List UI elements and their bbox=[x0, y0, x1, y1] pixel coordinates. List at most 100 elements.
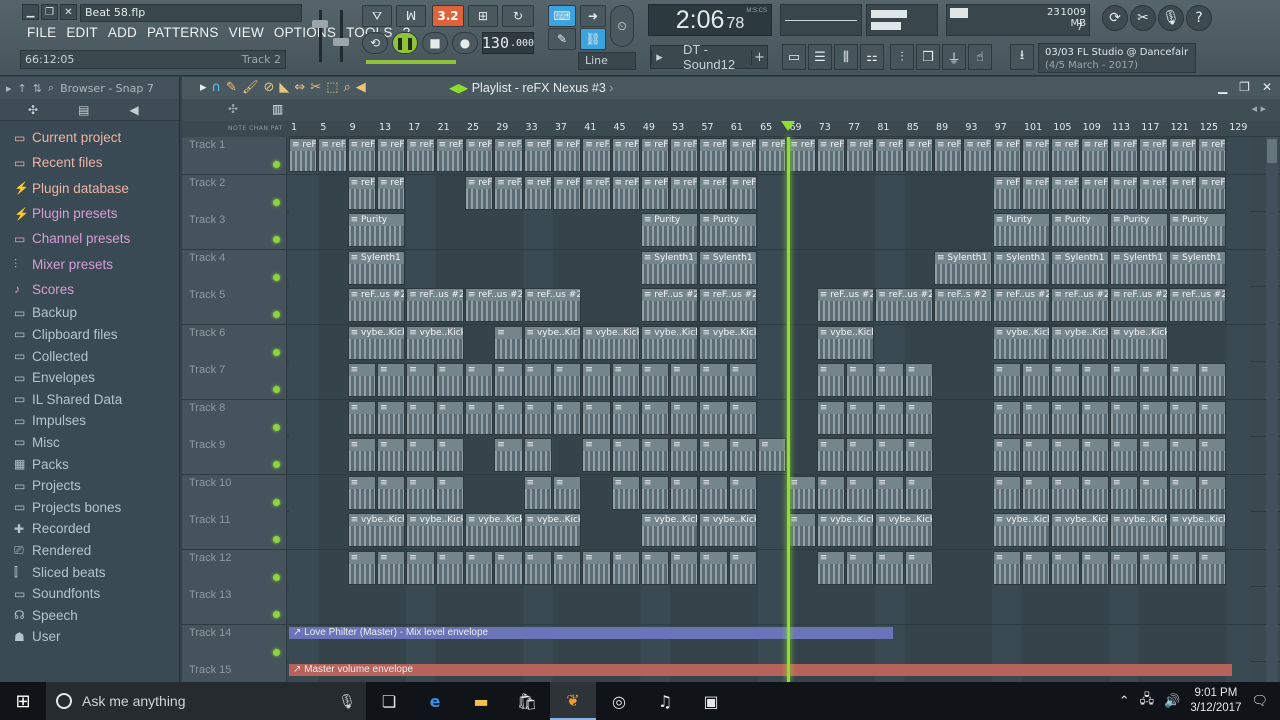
pattern-clip[interactable]: ≡ reF..us #3 bbox=[758, 138, 787, 172]
browser-item-speech[interactable]: ☊ Speech bbox=[0, 604, 179, 626]
track-header[interactable]: Track 4 bbox=[182, 249, 287, 287]
track-header[interactable]: Track 5 bbox=[182, 287, 287, 324]
pattern-clip[interactable]: ≡ bbox=[816, 550, 846, 585]
browser-item-misc[interactable]: ▭ Misc bbox=[0, 432, 179, 454]
track-header[interactable]: Track 6 bbox=[182, 324, 287, 362]
pattern-clip[interactable]: ≡ reF..us #5 bbox=[376, 175, 406, 210]
pattern-clip[interactable]: ≡ reF..us #3 bbox=[1139, 138, 1168, 172]
pattern-clip[interactable]: ≡ bbox=[406, 550, 435, 585]
pattern-clip[interactable]: ≡ vybe..Kick bbox=[347, 513, 406, 547]
pattern-clip[interactable]: ≡ bbox=[875, 475, 904, 510]
pattern-clip[interactable]: ≡ bbox=[758, 438, 787, 472]
stop-button[interactable]: ■ bbox=[422, 32, 448, 54]
pattern-clip[interactable]: ≡ bbox=[1080, 550, 1109, 585]
pattern-clip[interactable]: ≡ reF..us #3 bbox=[406, 138, 435, 172]
pattern-clip[interactable]: ≡ bbox=[406, 400, 435, 435]
pattern-clip[interactable]: ≡ bbox=[611, 475, 640, 510]
cortana-search[interactable]: Ask me anything 🎙 bbox=[46, 682, 366, 720]
pencil-icon[interactable]: ✎ bbox=[226, 80, 237, 95]
browser-item-sliced-beats[interactable]: ⫿ Sliced beats bbox=[0, 561, 179, 583]
song-clock[interactable]: 2:06 78 M:S:CS bbox=[648, 4, 772, 36]
master-pitch-slider[interactable] bbox=[333, 8, 349, 64]
pattern-clip[interactable]: ≡ reF..us #2 bbox=[464, 288, 523, 322]
pattern-clip[interactable]: ≡ bbox=[670, 550, 699, 585]
pattern-clip[interactable]: ≡ bbox=[523, 363, 552, 397]
track-enable-led[interactable] bbox=[273, 348, 280, 356]
pattern-clip[interactable]: ≡ bbox=[435, 400, 464, 435]
pattern-clip[interactable]: ≡ bbox=[406, 438, 435, 472]
menu-item-view[interactable]: VIEW bbox=[224, 25, 269, 40]
pattern-clip[interactable]: ≡ bbox=[875, 400, 904, 435]
pattern-clip[interactable]: ≡ bbox=[1080, 475, 1109, 510]
pattern-clip[interactable]: ≡ reF..us #2 bbox=[992, 288, 1051, 322]
pattern-clip[interactable]: ≡ vybe..Kick bbox=[1109, 513, 1168, 547]
pattern-clip[interactable]: ≡ reF..us #2 bbox=[406, 288, 464, 322]
chevron-up-icon[interactable]: ⌃ bbox=[1119, 694, 1130, 709]
pattern-clip[interactable]: ≡ bbox=[904, 550, 934, 585]
pattern-clip[interactable]: ≡ bbox=[1197, 475, 1227, 510]
pattern-clip[interactable]: ≡ bbox=[1051, 363, 1080, 397]
tempo-field[interactable]: 130.000 bbox=[482, 32, 534, 54]
pattern-clip[interactable]: ≡ bbox=[347, 438, 376, 472]
pattern-clip[interactable]: ≡ bbox=[347, 550, 376, 585]
pattern-clip[interactable]: ≡ reF..us #3 bbox=[846, 138, 875, 172]
pattern-clip[interactable]: ≡ bbox=[699, 475, 728, 510]
arrow-right-icon[interactable]: ➜ bbox=[580, 5, 606, 27]
pattern-clip[interactable]: ≡ vybe..Kick bbox=[640, 325, 699, 360]
tools-icon[interactable]: ✂ bbox=[1130, 5, 1156, 31]
pattern-clip[interactable]: ≡ vybe..Kick bbox=[464, 513, 523, 547]
delete-icon[interactable]: ⊘ bbox=[263, 80, 274, 95]
track-lane[interactable] bbox=[289, 587, 1250, 624]
pattern-clip[interactable]: ≡ bbox=[582, 438, 611, 472]
pattern-clip[interactable]: ≡ bbox=[1168, 363, 1197, 397]
browser-item-projects-bones[interactable]: ▭ Projects bones bbox=[0, 496, 179, 518]
maximize-icon[interactable]: ❐ bbox=[1239, 80, 1250, 94]
pattern-clip[interactable]: ≡ bbox=[552, 363, 582, 397]
track-enable-led[interactable] bbox=[273, 611, 280, 618]
pattern-clip[interactable]: ≡ bbox=[904, 475, 934, 510]
pattern-display-button[interactable]: 3.2 bbox=[432, 5, 464, 27]
track-lane[interactable]: ≡ ≡ ≡ ≡ ≡ ≡ ≡ ≡ ≡ ≡ ≡ ≡ ≡ ≡ ≡ ≡ ≡ ≡ ≡ ≡ … bbox=[289, 437, 1250, 474]
pattern-clip[interactable]: ≡ bbox=[435, 475, 464, 510]
automation-clip[interactable]: ↗ Master volume envelope bbox=[289, 664, 1232, 676]
pattern-clip[interactable]: ≡ vybe..Kick bbox=[1109, 325, 1168, 360]
pattern-clip[interactable]: ≡ reF..us #5 bbox=[464, 175, 494, 210]
pattern-clip[interactable]: ≡ vybe..Kick bbox=[523, 325, 582, 360]
pattern-clip[interactable]: ≡ bbox=[1022, 550, 1051, 585]
master-volume-slider[interactable] bbox=[312, 8, 328, 64]
pattern-clip[interactable]: ≡ bbox=[611, 363, 640, 397]
slice-icon[interactable]: ✂ bbox=[310, 80, 321, 95]
pattern-clip[interactable]: ≡ bbox=[816, 438, 846, 472]
track-header[interactable]: Track 9 bbox=[182, 437, 287, 474]
pattern-clip[interactable]: ≡ vybe..Kick bbox=[699, 513, 758, 547]
pattern-clip[interactable]: ≡ bbox=[1139, 438, 1168, 472]
menu-item-file[interactable]: FILE bbox=[22, 25, 61, 40]
pattern-clip[interactable]: ≡ bbox=[670, 438, 699, 472]
browser-item-clipboard-files[interactable]: ▭ Clipboard files bbox=[0, 324, 179, 346]
pattern-clip[interactable]: ≡ bbox=[1109, 438, 1139, 472]
pattern-clip[interactable]: ≡ reF..us #5 bbox=[1139, 175, 1168, 210]
pattern-clip[interactable]: ≡ bbox=[787, 513, 816, 547]
pattern-clip[interactable]: ≡ bbox=[640, 363, 670, 397]
pattern-clip[interactable]: ≡ bbox=[523, 438, 552, 472]
track-lane[interactable]: ≡ vybe..Kick ≡ vybe..Kick ≡ vybe..Kick ≡ vy… bbox=[289, 512, 1250, 549]
pattern-clip[interactable]: ≡ bbox=[875, 550, 904, 585]
pattern-clip[interactable]: ≡ reF..us #3 bbox=[494, 138, 523, 172]
pattern-clip[interactable]: ≡ reF..us #5 bbox=[1051, 175, 1080, 210]
pattern-clip[interactable]: ≡ vybe..Kick bbox=[992, 513, 1051, 547]
touch-keyboard-icon[interactable]: ☝ bbox=[968, 44, 992, 70]
up-arrow-icon[interactable]: ↑ bbox=[18, 82, 27, 95]
pattern-clip[interactable]: ≡ reF..us #3 bbox=[640, 138, 670, 172]
track-header[interactable]: Track 1 bbox=[182, 137, 287, 174]
piano-roll-icon[interactable]: ☰ bbox=[808, 44, 832, 70]
track-enable-led[interactable] bbox=[273, 461, 280, 468]
file-icon[interactable]: ▤ bbox=[78, 103, 89, 117]
pattern-clip[interactable]: ≡ reF..us #3 bbox=[816, 138, 846, 172]
track-enable-led[interactable] bbox=[273, 161, 280, 168]
pattern-clip[interactable]: ≡ bbox=[846, 438, 875, 472]
pattern-clip[interactable]: ≡ Purity bbox=[699, 213, 758, 247]
pattern-clip[interactable]: ≡ bbox=[728, 363, 758, 397]
pattern-clip[interactable]: ≡ bbox=[464, 400, 494, 435]
track-header[interactable]: Track 12 bbox=[182, 549, 287, 587]
pattern-clip[interactable]: ≡ reF..us #2 bbox=[347, 288, 406, 322]
